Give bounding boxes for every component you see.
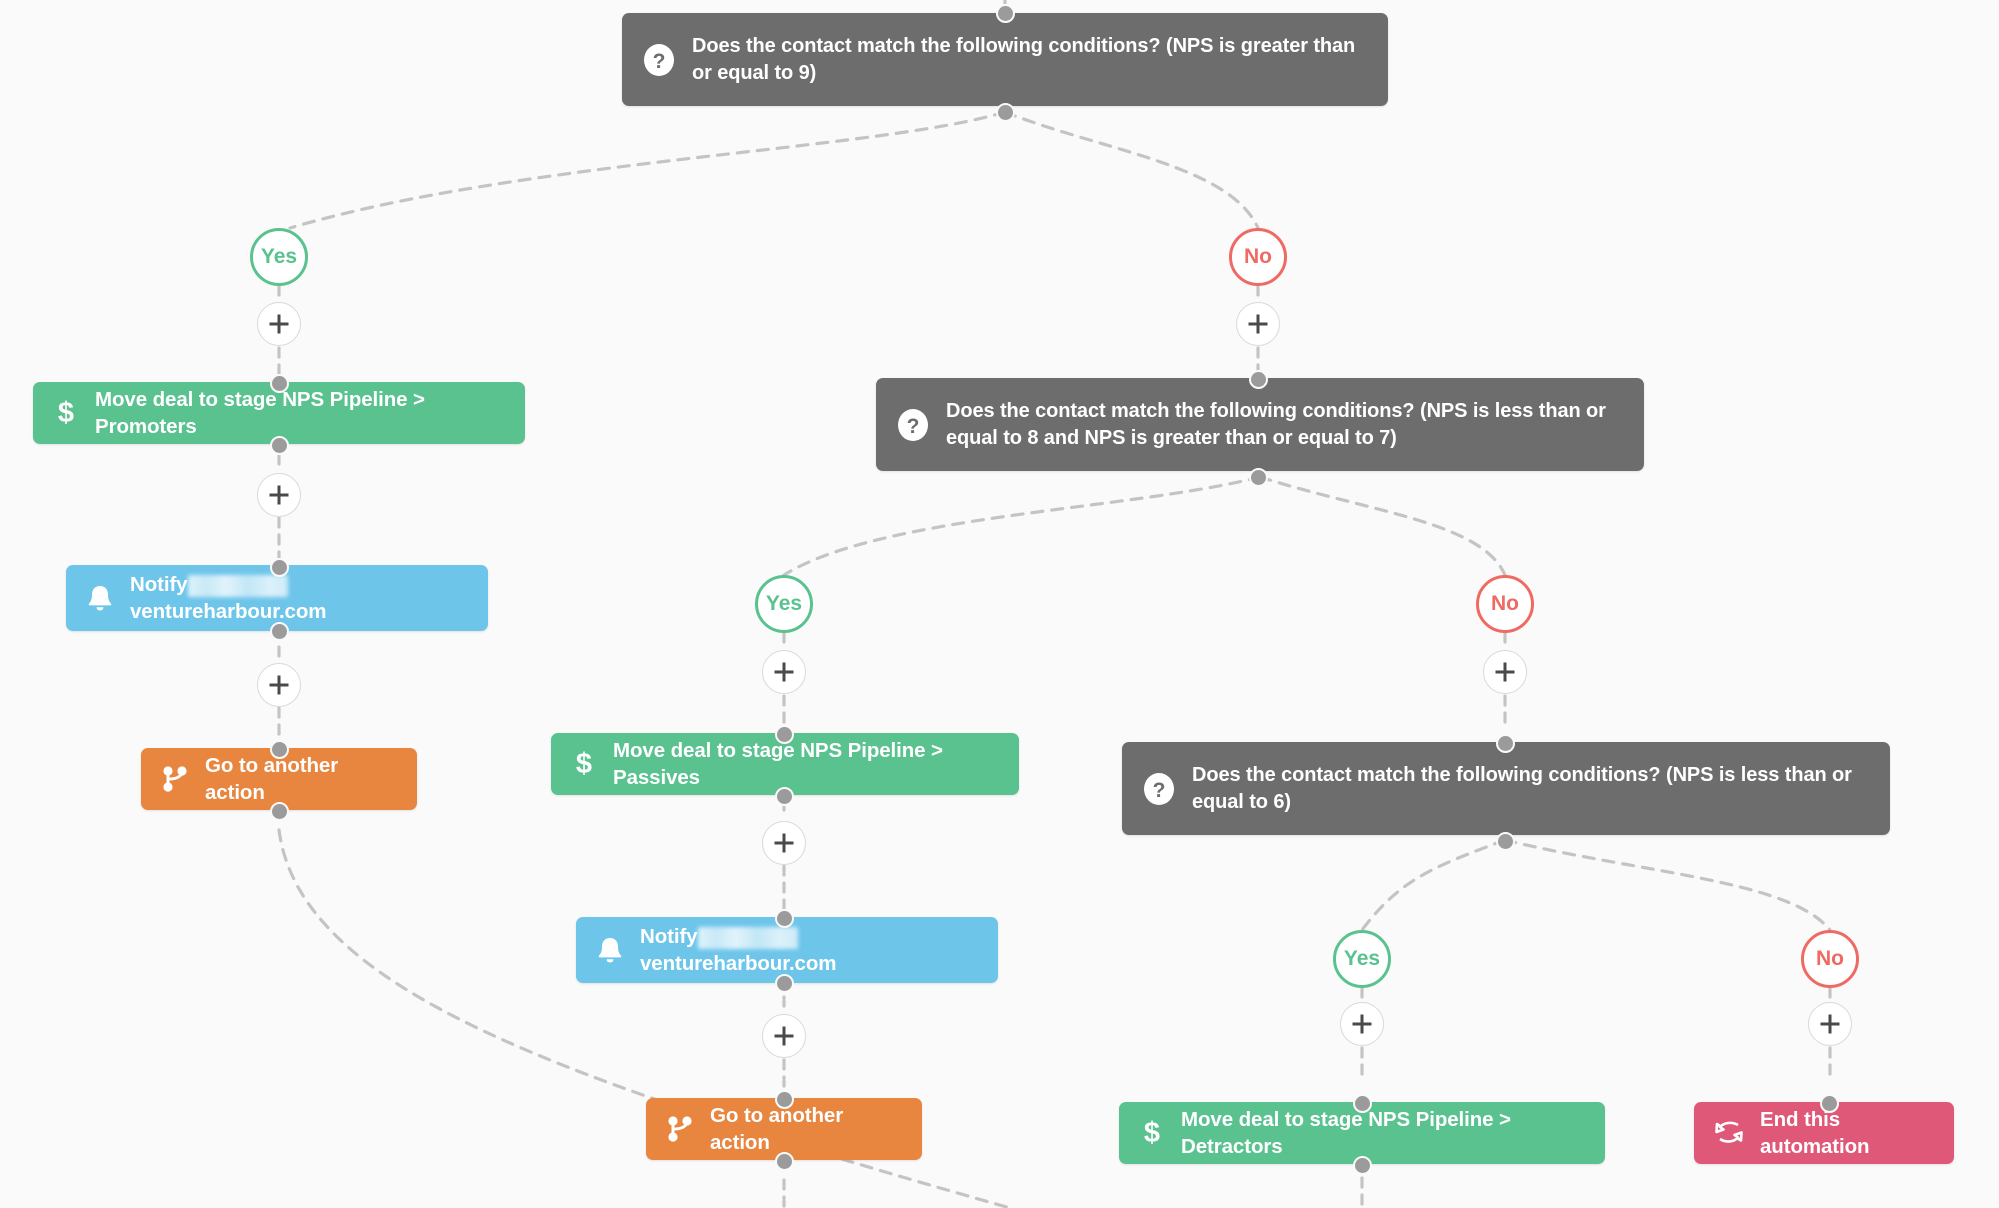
node-label: End this automation (1760, 1107, 1870, 1158)
branch-label: Yes (260, 245, 298, 268)
svg-text:$: $ (576, 749, 592, 779)
add-step-button-passives-1[interactable] (762, 650, 806, 694)
node-label: Does the contact match the following con… (1192, 764, 1858, 813)
wire-cond3-no (1503, 838, 1832, 932)
port-end-automation-in[interactable] (1820, 1094, 1839, 1113)
port-move-detractors-in[interactable] (1353, 1094, 1372, 1113)
port-notify-passives-out[interactable] (775, 974, 794, 993)
node-condition-promoters[interactable]: ? Does the contact match the following c… (622, 13, 1388, 106)
port-cond2-out[interactable] (1249, 468, 1268, 487)
node-condition-detractors[interactable]: ? Does the contact match the following c… (1122, 742, 1890, 835)
node-label: Move deal to stage NPS Pipeline > Passiv… (613, 738, 949, 789)
add-step-button-detractors-1[interactable] (1340, 1002, 1384, 1046)
port-move-promoters-in[interactable] (270, 374, 289, 393)
port-cond1-out[interactable] (996, 103, 1015, 122)
port-move-passives-in[interactable] (775, 725, 794, 744)
port-move-detractors-out[interactable] (1353, 1156, 1372, 1175)
notify-domain: ventureharbour.com (640, 952, 837, 975)
svg-text:?: ? (653, 50, 666, 73)
wire-cond2-no (1258, 475, 1507, 577)
port-goto-passives-in[interactable] (775, 1090, 794, 1109)
notify-prefix: Notify (640, 924, 698, 948)
question-mark-icon: ? (896, 408, 930, 442)
branch-label: No (1244, 245, 1272, 268)
port-goto-passives-out[interactable] (775, 1152, 794, 1171)
notify-domain: ventureharbour.com (130, 600, 327, 623)
dollar-sign-icon: $ (1139, 1118, 1165, 1148)
port-notify-promoters-in[interactable] (270, 558, 289, 577)
branch-label: Yes (765, 592, 803, 615)
port-move-passives-out[interactable] (775, 787, 794, 806)
add-step-button-promoters-1[interactable] (257, 302, 301, 346)
workflow-canvas: ? Does the contact match the following c… (0, 0, 1999, 1208)
node-label: Does the contact match the following con… (946, 400, 1612, 449)
branch-no-passives[interactable]: No (1476, 575, 1534, 633)
add-step-button-end-branch[interactable] (1808, 1002, 1852, 1046)
port-goto-promoters-out[interactable] (270, 802, 289, 821)
svg-text:$: $ (1144, 1118, 1160, 1148)
branch-label: Yes (1343, 947, 1381, 970)
wire-cond2-yes (782, 475, 1262, 577)
redacted-email-bar (188, 574, 289, 597)
bell-icon (596, 935, 624, 965)
add-step-button-passives-branch[interactable] (1236, 302, 1280, 346)
node-label: Notify ventureharbour.com (640, 923, 976, 977)
branch-no-detractors[interactable]: No (1801, 930, 1859, 988)
node-label: Notify ventureharbour.com (130, 571, 466, 625)
branch-label: No (1491, 592, 1519, 615)
port-notify-passives-in[interactable] (775, 909, 794, 928)
notify-prefix: Notify (130, 572, 188, 596)
node-label: Go to another action (205, 753, 344, 804)
question-mark-icon: ? (642, 43, 676, 77)
branch-yes-detractors[interactable]: Yes (1333, 930, 1391, 988)
node-label: Move deal to stage NPS Pipeline > Detrac… (1181, 1107, 1517, 1158)
port-cond3-out[interactable] (1496, 832, 1515, 851)
branch-yes-promoters[interactable]: Yes (250, 228, 308, 286)
svg-text:?: ? (907, 415, 920, 438)
add-step-button-passives-2[interactable] (762, 821, 806, 865)
add-step-button-detractors-branch[interactable] (1483, 650, 1527, 694)
wire-cond1-yes (288, 110, 1007, 230)
redacted-email-bar (698, 926, 799, 949)
branch-label: No (1816, 947, 1844, 970)
wire-cond3-yes (1360, 838, 1507, 932)
node-condition-passives[interactable]: ? Does the contact match the following c… (876, 378, 1644, 471)
port-cond1-in[interactable] (996, 4, 1015, 23)
port-cond2-in[interactable] (1249, 370, 1268, 389)
port-cond3-in[interactable] (1496, 734, 1515, 753)
node-label: Go to another action (710, 1103, 849, 1154)
bell-icon (86, 583, 114, 613)
branch-icon (161, 765, 189, 793)
dollar-sign-icon: $ (53, 398, 79, 428)
dollar-sign-icon: $ (571, 749, 597, 779)
port-goto-promoters-in[interactable] (270, 740, 289, 759)
node-label: Does the contact match the following con… (692, 35, 1361, 84)
branch-no-promoters[interactable]: No (1229, 228, 1287, 286)
svg-text:?: ? (1153, 779, 1166, 802)
svg-text:$: $ (58, 398, 74, 428)
wire-cond1-no (1003, 110, 1260, 230)
end-automation-icon (1714, 1120, 1744, 1146)
branch-yes-passives[interactable]: Yes (755, 575, 813, 633)
port-move-promoters-out[interactable] (270, 436, 289, 455)
question-mark-icon: ? (1142, 772, 1176, 806)
branch-icon (666, 1115, 694, 1143)
add-step-button-promoters-2[interactable] (257, 473, 301, 517)
add-step-button-promoters-3[interactable] (257, 663, 301, 707)
node-label: Move deal to stage NPS Pipeline > Promot… (95, 387, 431, 438)
port-notify-promoters-out[interactable] (270, 622, 289, 641)
add-step-button-passives-3[interactable] (762, 1014, 806, 1058)
